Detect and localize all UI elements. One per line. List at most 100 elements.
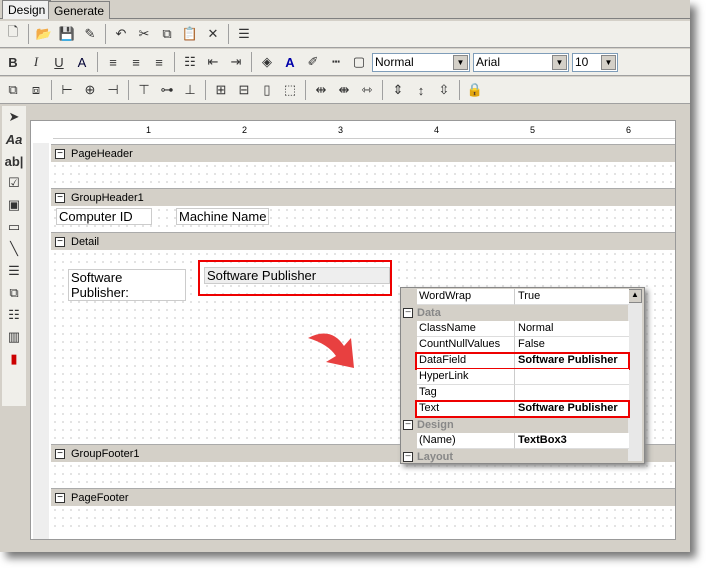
picture-tool-icon[interactable]: ▣ — [2, 194, 26, 216]
save-as-icon[interactable]: ✎ — [80, 24, 100, 44]
h-spacing-decrease-icon[interactable]: ⇼ — [334, 80, 354, 100]
align-lefts-icon[interactable]: ⊢ — [57, 80, 77, 100]
align-center-icon[interactable]: ≡ — [126, 52, 146, 72]
groupheader-body[interactable]: Computer ID Machine Name — [51, 206, 675, 232]
open-icon[interactable]: 📂 — [34, 24, 54, 44]
section-detail[interactable]: − Detail — [51, 232, 675, 250]
collapse-icon[interactable]: − — [55, 236, 65, 247]
section-pageheader[interactable]: − PageHeader — [51, 144, 675, 162]
collapse-icon[interactable]: − — [403, 420, 413, 430]
subreport-tool-icon[interactable]: ⧉ — [2, 282, 26, 304]
same-height-icon[interactable]: ⊟ — [234, 80, 254, 100]
property-category[interactable]: − Data — [403, 305, 629, 321]
bold-icon[interactable]: B — [3, 52, 23, 72]
richtext-tool-icon[interactable]: ☰ — [2, 260, 26, 282]
collapse-icon[interactable]: − — [55, 192, 65, 203]
tab-generate[interactable]: Generate — [48, 1, 111, 19]
h-spacing-increase-icon[interactable]: ⇿ — [357, 80, 377, 100]
outdent-icon[interactable]: ⇤ — [203, 52, 223, 72]
collapse-icon[interactable]: − — [55, 448, 65, 459]
v-spacing-increase-icon[interactable]: ⇳ — [434, 80, 454, 100]
scroll-up-icon[interactable]: ▲ — [628, 289, 642, 303]
scrollbar[interactable]: ▲ — [628, 289, 642, 461]
same-size-icon[interactable]: ⬚ — [280, 80, 300, 100]
align-centers-icon[interactable]: ⊕ — [80, 80, 100, 100]
fill-color-icon[interactable]: ◈ — [257, 52, 277, 72]
line-color-icon[interactable]: ✐ — [303, 52, 323, 72]
font-size-select[interactable]: 10 ▼ — [572, 52, 618, 72]
chart-tool-icon[interactable]: ▮ — [2, 348, 26, 370]
same-width-icon[interactable]: ⊞ — [211, 80, 231, 100]
property-row[interactable]: WordWrap True — [417, 289, 629, 305]
machine-name-label[interactable]: Machine Name — [176, 208, 270, 225]
chevron-down-icon[interactable]: ▼ — [601, 54, 616, 70]
property-category[interactable]: − Design — [403, 417, 629, 433]
property-row[interactable]: Tag — [417, 385, 629, 401]
property-value[interactable] — [515, 369, 629, 385]
text-color-icon[interactable]: A — [280, 52, 300, 72]
save-icon[interactable]: 💾 — [57, 24, 77, 44]
delete-icon[interactable]: ✕ — [203, 24, 223, 44]
align-bottoms-icon[interactable]: ⊥ — [180, 80, 200, 100]
property-row[interactable]: ClassName Normal — [417, 321, 629, 337]
collapse-icon[interactable]: − — [55, 148, 65, 159]
lock-icon[interactable]: 🔒 — [465, 80, 485, 100]
shape-tool-icon[interactable]: ▭ — [2, 216, 26, 238]
align-middles-icon[interactable]: ⊶ — [157, 80, 177, 100]
collapse-icon[interactable]: − — [403, 308, 413, 318]
property-row[interactable]: (Name) TextBox3 — [417, 433, 629, 449]
h-spacing-equal-icon[interactable]: ⇹ — [311, 80, 331, 100]
align-tops-icon[interactable]: ⊤ — [134, 80, 154, 100]
textbox-tool-icon[interactable]: ab| — [2, 150, 26, 172]
property-category[interactable]: − Layout — [403, 449, 629, 465]
groupfooter-body[interactable] — [51, 462, 675, 488]
cut-icon[interactable]: ✂ — [134, 24, 154, 44]
property-row[interactable]: HyperLink — [417, 369, 629, 385]
tab-design[interactable]: Design — [2, 0, 52, 19]
bullets-icon[interactable]: ☷ — [180, 52, 200, 72]
property-value[interactable]: TextBox3 — [515, 433, 629, 449]
style-select[interactable]: Normal ▼ — [372, 52, 470, 72]
property-row[interactable]: CountNullValues False — [417, 337, 629, 353]
property-value[interactable] — [515, 385, 629, 401]
property-value[interactable]: Normal — [515, 321, 629, 337]
collapse-icon[interactable]: − — [403, 452, 413, 462]
chevron-down-icon[interactable]: ▼ — [453, 54, 468, 70]
collapse-icon[interactable]: − — [55, 492, 65, 503]
computer-id-label[interactable]: Computer ID — [56, 208, 152, 225]
border-icon[interactable]: ▢ — [349, 52, 369, 72]
underline-icon[interactable]: U — [49, 52, 69, 72]
copy-icon[interactable]: ⧉ — [157, 24, 177, 44]
pagebreak-tool-icon[interactable]: ☷ — [2, 304, 26, 326]
pagefooter-body[interactable] — [51, 506, 675, 532]
indent-icon[interactable]: ⇥ — [226, 52, 246, 72]
property-value[interactable]: False — [515, 337, 629, 353]
checkbox-tool-icon[interactable]: ☑ — [2, 172, 26, 194]
align-left-icon[interactable]: ≡ — [103, 52, 123, 72]
property-value[interactable]: True — [515, 289, 629, 305]
size-to-grid-icon[interactable]: ▯ — [257, 80, 277, 100]
pointer-icon[interactable]: ➤ — [2, 106, 26, 128]
align-rights-icon[interactable]: ⊣ — [103, 80, 123, 100]
reorder-icon[interactable]: ☰ — [234, 24, 254, 44]
chevron-down-icon[interactable]: ▼ — [552, 54, 567, 70]
label-tool-icon[interactable]: Aa — [2, 128, 26, 150]
font-color-icon[interactable]: A — [72, 52, 92, 72]
publisher-label[interactable]: Software Publisher: — [68, 269, 186, 301]
send-to-back-icon[interactable]: ⧈ — [26, 80, 46, 100]
italic-icon[interactable]: I — [26, 52, 46, 72]
paste-icon[interactable]: 📋 — [180, 24, 200, 44]
v-spacing-equal-icon[interactable]: ⇕ — [388, 80, 408, 100]
line-style-icon[interactable]: ┅ — [326, 52, 346, 72]
font-select[interactable]: Arial ▼ — [473, 52, 569, 72]
line-tool-icon[interactable]: ╲ — [2, 238, 26, 260]
undo-icon[interactable]: ↶ — [111, 24, 131, 44]
align-right-icon[interactable]: ≡ — [149, 52, 169, 72]
v-spacing-decrease-icon[interactable]: ↕ — [411, 80, 431, 100]
section-pagefooter[interactable]: − PageFooter — [51, 488, 675, 506]
barcode-tool-icon[interactable]: ▥ — [2, 326, 26, 348]
pageheader-body[interactable] — [51, 162, 675, 188]
bring-to-front-icon[interactable]: ⧉ — [3, 80, 23, 100]
section-groupheader[interactable]: − GroupHeader1 — [51, 188, 675, 206]
new-report-icon[interactable]: 🗋 — [3, 24, 23, 44]
